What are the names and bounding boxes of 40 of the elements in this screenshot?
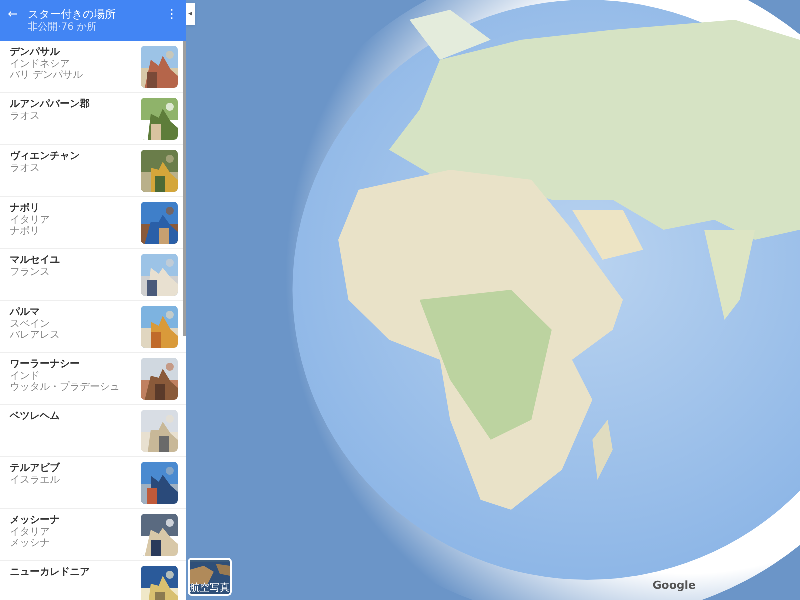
layer-switcher[interactable]: 航空写真: [188, 558, 232, 596]
place-name: ナポリ: [10, 202, 41, 215]
place-item[interactable]: テルアビブ イスラエル: [0, 457, 186, 509]
place-detail: インドネシア: [10, 59, 71, 70]
place-item[interactable]: ベツレヘム: [0, 405, 186, 457]
place-detail: イタリア: [10, 215, 50, 226]
place-detail: バリ デンパサル: [10, 70, 84, 81]
place-detail: ラオス: [10, 163, 41, 174]
map-logo: Google: [652, 578, 696, 594]
place-item[interactable]: メッシーナ イタリア メッシナ: [0, 509, 186, 561]
place-detail: スペイン: [10, 319, 51, 330]
place-detail: イスラエル: [10, 475, 60, 486]
place-detail: インド: [10, 371, 41, 382]
place-detail: フランス: [10, 267, 51, 278]
place-detail: イタリア: [10, 527, 51, 538]
place-name: メッシーナ: [10, 514, 60, 527]
place-detail: ナポリ: [10, 226, 41, 237]
place-item[interactable]: パルマ スペイン バレアレス: [0, 301, 186, 353]
satellite-thumbnail-icon: [190, 562, 230, 584]
place-detail: メッシナ: [10, 538, 51, 549]
place-detail: ラオス: [10, 111, 41, 122]
place-name: パルマ: [10, 306, 41, 319]
place-name: ワーラーナシー: [10, 358, 81, 371]
place-name: ニューカレドニア: [10, 566, 90, 579]
place-item[interactable]: ニューカレドニア: [0, 561, 186, 600]
back-button[interactable]: ←: [8, 8, 18, 20]
place-item[interactable]: ワーラーナシー インド ウッタル・プラデーシュ: [0, 353, 186, 405]
place-detail: バレアレス: [10, 330, 60, 341]
place-name: ルアンパバーン郡: [10, 98, 90, 111]
place-name: デンパサル: [10, 46, 62, 59]
place-name: テルアビブ: [10, 462, 60, 475]
list-title: スター付きの場所: [28, 8, 118, 22]
place-name: ベツレヘム: [10, 410, 60, 423]
list-subtitle: 非公開·76 か所: [28, 22, 98, 34]
place-name: ヴィエンチャン: [10, 150, 80, 163]
collapse-button[interactable]: ◂: [186, 3, 195, 25]
menu-button[interactable]: ⋮: [166, 8, 178, 20]
place-name: マルセイユ: [10, 254, 60, 267]
place-detail: ウッタル・プラデーシュ: [10, 382, 120, 393]
scrollbar[interactable]: [183, 41, 186, 336]
